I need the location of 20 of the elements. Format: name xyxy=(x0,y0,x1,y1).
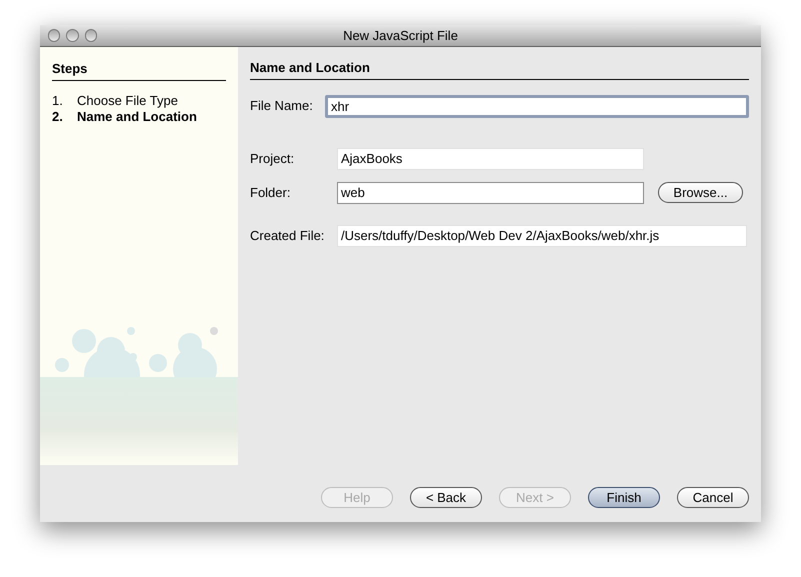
section-title: Name and Location xyxy=(250,58,749,80)
file-name-field[interactable]: xhr xyxy=(325,94,749,118)
steps-title: Steps xyxy=(52,59,226,80)
step-item: 2. Name and Location xyxy=(52,108,198,124)
text-field[interactable]: web xyxy=(337,182,644,204)
field-label: File Name: xyxy=(250,97,314,116)
dialog-button[interactable]: Finish xyxy=(588,487,660,508)
browse-button[interactable]: Browse... xyxy=(658,182,743,202)
window-title: New JavaScript File xyxy=(342,26,459,45)
field-label: Folder: xyxy=(250,184,292,202)
window-control-icon[interactable] xyxy=(66,29,79,42)
window-control-icon[interactable] xyxy=(84,29,97,42)
field-label: Created File: xyxy=(250,226,326,245)
dialog-button[interactable]: < Back xyxy=(410,487,482,508)
text-field[interactable]: /Users/tduffy/Desktop/Web Dev 2/AjaxBooks/web/xhr.js xyxy=(337,224,747,246)
dialog-button[interactable]: Cancel xyxy=(677,487,749,508)
step-item: 1. Choose File Type xyxy=(52,92,179,108)
text-field[interactable]: AjaxBooks xyxy=(337,148,644,170)
window-control-icon[interactable] xyxy=(48,29,60,42)
field-label: Project: xyxy=(250,150,296,168)
